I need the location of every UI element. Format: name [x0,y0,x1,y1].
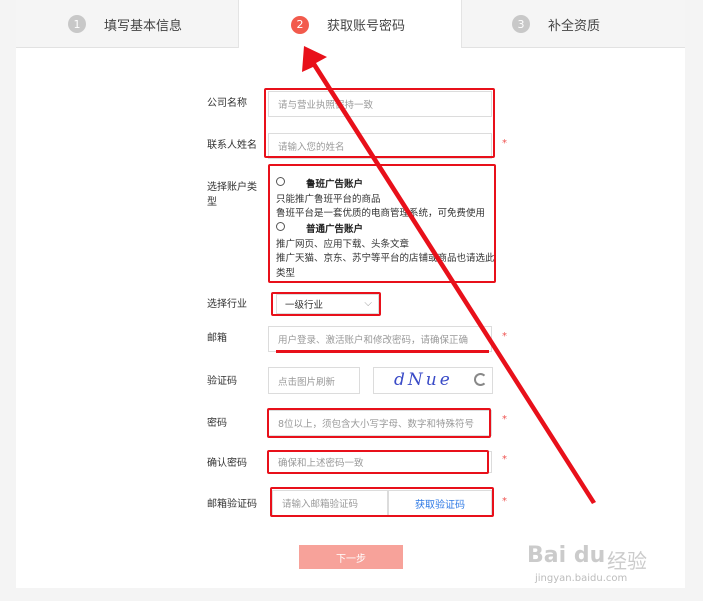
step-1: 1 填写基本信息 [68,0,182,48]
industry-label: 选择行业 [207,299,247,310]
email-label: 邮箱 [207,333,227,344]
step-header: 1 填写基本信息 2 获取账号密码 3 补全资质 [16,0,685,49]
next-button[interactable]: 下一步 [299,545,403,569]
required-star: * [502,414,507,425]
step-1-number: 1 [68,15,86,33]
required-star: * [502,138,507,149]
annotation-box-account-type [268,164,496,283]
refresh-icon[interactable] [474,373,487,386]
password-label: 密码 [207,418,227,429]
annotation-box-confirm [267,450,489,474]
step-2-number: 2 [291,15,309,34]
annotation-box-emailcode [270,487,494,517]
step-3-number: 3 [512,15,530,33]
required-star: * [502,454,507,465]
step-1-label: 填写基本信息 [104,18,183,34]
watermark-jingyan: 经验 [607,549,647,573]
step-3-label: 补全资质 [548,18,601,34]
baidu-watermark: Bai du 经验 jingyan.baidu.com [527,543,667,593]
captcha-image[interactable]: dNue [373,367,493,394]
watermark-logo: Bai du [527,543,606,568]
captcha-text: dNue [394,370,453,390]
company-label: 公司名称 [207,98,247,109]
email-input[interactable]: 用户登录、激活账户和修改密码，请确保正确 [268,326,492,352]
annotation-box-password [267,408,491,438]
captcha-label: 验证码 [207,376,237,387]
required-star: * [502,496,507,507]
step-3: 3 补全资质 [512,0,600,48]
required-star: * [502,331,507,342]
annotation-box-names [264,88,495,158]
account-type-label: 选择账户类型 [207,182,257,208]
step-2-label: 获取账号密码 [327,19,406,34]
annotation-underline-email [276,350,489,353]
captcha-input[interactable]: 点击图片刷新 [268,367,360,394]
confirm-label: 确认密码 [207,458,247,469]
contact-label: 联系人姓名 [207,140,257,151]
step-2: 2 获取账号密码 [238,0,462,49]
watermark-url: jingyan.baidu.com [535,573,628,584]
annotation-box-industry [271,292,381,316]
emailcode-label: 邮箱验证码 [207,499,257,510]
